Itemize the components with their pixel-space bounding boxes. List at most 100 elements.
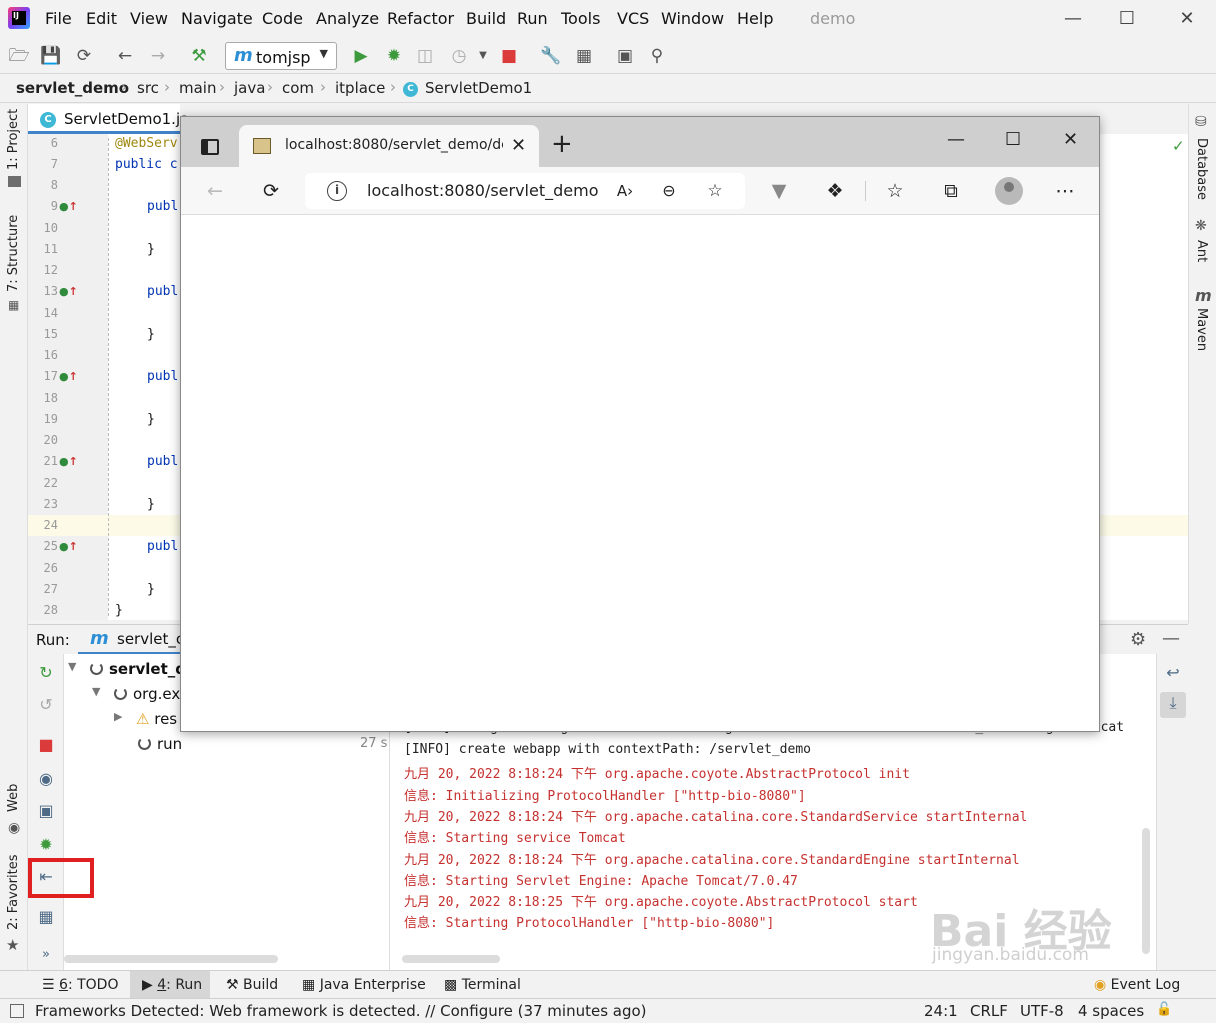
status-message[interactable]: Frameworks Detected: Web framework is de… <box>35 1002 647 1020</box>
menu-build[interactable]: Build <box>466 9 506 28</box>
eye-icon[interactable]: ◉ <box>35 768 57 790</box>
project-structure-icon[interactable]: ▦ <box>573 45 595 67</box>
console-horizontal-scrollbar[interactable] <box>402 955 500 963</box>
gear-icon[interactable]: ⚙ <box>1130 629 1146 650</box>
read-aloud-icon[interactable]: A› <box>613 179 637 203</box>
close-icon[interactable]: ✕ <box>1174 6 1200 32</box>
breadcrumb-com[interactable]: com <box>282 79 314 97</box>
tool-tab-ant[interactable]: Ant <box>1194 240 1209 262</box>
browser-address-bar[interactable]: i localhost:8080/servlet_demo... A› ⊖ ☆ <box>305 173 745 209</box>
forward-arrow-icon[interactable]: → <box>147 45 169 67</box>
menu-help[interactable]: Help <box>737 9 773 28</box>
minimize-icon[interactable]: — <box>1060 6 1086 32</box>
menu-analyze[interactable]: Analyze <box>316 9 379 28</box>
override-marker-icon[interactable]: ●↑ <box>59 540 78 553</box>
more-options-icon[interactable]: ⋯ <box>1053 179 1077 203</box>
browser-tab[interactable]: localhost:8080/servlet_demo/demo1 ✕ <box>239 125 539 167</box>
menu-code[interactable]: Code <box>262 9 303 28</box>
tab-actions-icon[interactable] <box>201 139 219 155</box>
browser-back-icon[interactable]: ← <box>203 179 227 203</box>
more-chevron-icon[interactable]: » <box>35 944 57 966</box>
new-tab-icon[interactable]: + <box>551 131 573 157</box>
extensions-puzzle-icon[interactable]: ❖ <box>823 179 847 203</box>
menu-window[interactable]: Window <box>661 9 724 28</box>
zoom-out-icon[interactable]: ⊖ <box>657 179 681 203</box>
override-marker-icon[interactable]: ●↑ <box>59 370 78 383</box>
tool-button-todo[interactable]: ☰ 6: TODO <box>42 977 118 993</box>
tool-tab-favorites[interactable]: 2: Favorites <box>6 854 21 930</box>
run-configuration-select[interactable]: m tomjsp ▼ <box>225 42 337 70</box>
tree-item-child[interactable]: org.ex <box>114 685 180 703</box>
tree-item-run[interactable]: run <box>138 735 182 753</box>
menu-vcs[interactable]: VCS <box>617 9 649 28</box>
browser-maximize-icon[interactable]: ☐ <box>1005 129 1021 150</box>
lock-icon[interactable]: 🔓 <box>1156 1002 1172 1017</box>
extension-v-icon[interactable]: ▼ <box>767 179 791 203</box>
browser-minimize-icon[interactable]: — <box>947 129 965 150</box>
breadcrumb-class[interactable]: ServletDemo1 <box>425 79 532 97</box>
tree-item-root[interactable]: servlet_d <box>90 660 186 678</box>
rerun-icon[interactable]: ↻ <box>35 662 57 684</box>
tool-button-run[interactable]: ▶ 4: Run <box>142 977 202 993</box>
tree-expand-icon[interactable]: ▼ <box>68 660 76 673</box>
rerun-failed-icon[interactable]: ↺ <box>35 694 57 716</box>
save-icon[interactable]: 💾 <box>40 45 62 67</box>
close-tab-icon[interactable]: ✕ <box>511 135 526 156</box>
editor-tab-servletdemo1[interactable]: C ServletDemo1.ja <box>28 104 189 134</box>
browser-close-icon[interactable]: ✕ <box>1063 129 1078 150</box>
presentation-icon[interactable]: ▣ <box>614 45 636 67</box>
override-marker-icon[interactable]: ●↑ <box>59 200 78 213</box>
open-folder-icon[interactable]: 🗁 <box>8 45 30 67</box>
menu-run[interactable]: Run <box>517 9 548 28</box>
tool-button-java-enterprise[interactable]: ▦ Java Enterprise <box>302 977 426 993</box>
breadcrumb-java[interactable]: java <box>234 79 265 97</box>
tool-button-terminal[interactable]: ▩ Terminal <box>444 977 521 993</box>
tool-tab-maven[interactable]: Maven <box>1194 308 1209 351</box>
browser-page-content[interactable] <box>181 215 1099 731</box>
menu-navigate[interactable]: Navigate <box>181 9 253 28</box>
breadcrumb-project[interactable]: servlet_demo <box>16 79 129 97</box>
tool-tab-structure[interactable]: 7: Structure <box>6 215 21 292</box>
browser-refresh-icon[interactable]: ⟳ <box>259 179 283 203</box>
debug-bug-icon[interactable]: ✹ <box>383 45 405 67</box>
line-separator[interactable]: CRLF <box>970 1002 1008 1020</box>
override-marker-icon[interactable]: ●↑ <box>59 455 78 468</box>
breadcrumb-itplace[interactable]: itplace <box>335 79 385 97</box>
tree-collapse-icon[interactable]: ▶ <box>114 710 122 723</box>
stop-icon[interactable]: ■ <box>35 734 57 756</box>
scroll-to-end-icon[interactable]: ⤓ <box>1160 692 1186 718</box>
debug-settings-icon[interactable]: ✹ <box>35 834 57 856</box>
settings-wrench-icon[interactable]: 🔧 <box>540 45 562 67</box>
menu-file[interactable]: File <box>45 9 72 28</box>
profile-icon[interactable]: ◷ <box>448 45 470 67</box>
collections-icon[interactable]: ⧉ <box>939 179 963 203</box>
camera-icon[interactable]: ▣ <box>35 800 57 822</box>
indent-setting[interactable]: 4 spaces <box>1078 1002 1144 1020</box>
stop-icon[interactable]: ■ <box>498 45 520 67</box>
layout-icon[interactable]: ▦ <box>35 906 57 928</box>
menu-tools[interactable]: Tools <box>561 9 600 28</box>
soft-wrap-icon[interactable]: ↩ <box>1162 662 1184 684</box>
maximize-icon[interactable]: ☐ <box>1114 6 1140 32</box>
site-info-icon[interactable]: i <box>327 181 347 201</box>
tool-button-event-log[interactable]: ◉ Event Log <box>1094 977 1180 993</box>
favorites-icon[interactable]: ☆ <box>883 179 907 203</box>
back-arrow-icon[interactable]: ← <box>114 45 136 67</box>
tool-tab-web[interactable]: Web <box>6 784 21 812</box>
search-icon[interactable]: ⚲ <box>646 45 668 67</box>
run-tab[interactable]: m servlet_c <box>78 625 188 655</box>
status-panel-toggle-icon[interactable] <box>10 1004 24 1018</box>
inspection-ok-icon[interactable]: ✓ <box>1172 137 1185 155</box>
hide-panel-icon[interactable]: — <box>1162 628 1180 649</box>
profile-dropdown-icon[interactable]: ▼ <box>472 45 494 67</box>
build-hammer-icon[interactable]: ⚒ <box>188 45 210 67</box>
add-favorite-icon[interactable]: ☆ <box>703 179 727 203</box>
file-encoding[interactable]: UTF-8 <box>1020 1002 1064 1020</box>
profile-avatar[interactable] <box>995 177 1023 205</box>
breadcrumb-src[interactable]: src <box>137 79 159 97</box>
menu-edit[interactable]: Edit <box>86 9 117 28</box>
sync-icon[interactable]: ⟳ <box>73 45 95 67</box>
menu-refactor[interactable]: Refactor <box>387 9 454 28</box>
breadcrumb-main[interactable]: main <box>179 79 216 97</box>
tool-tab-database[interactable]: Database <box>1194 138 1209 200</box>
